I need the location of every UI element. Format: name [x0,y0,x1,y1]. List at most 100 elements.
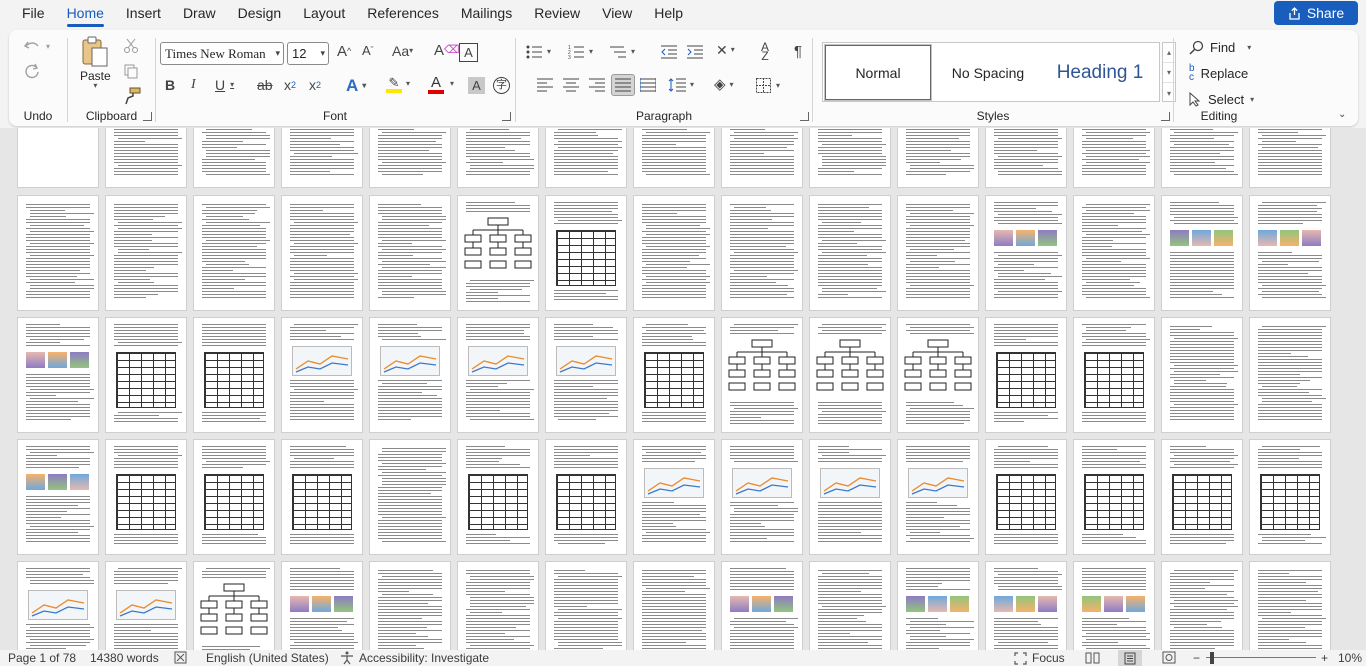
page-thumbnail[interactable] [1074,128,1154,187]
increase-indent-icon[interactable] [687,45,703,59]
page-thumbnail[interactable] [986,562,1066,650]
page-thumbnail[interactable] [282,440,362,554]
font-color-icon[interactable]: A [428,75,444,94]
cut-icon[interactable] [123,38,139,54]
paste-button[interactable]: Paste ▾ [80,36,111,90]
page-thumbnail[interactable] [1162,562,1242,650]
page-thumbnail[interactable] [458,196,538,310]
page-thumbnail[interactable] [722,440,802,554]
bold-icon[interactable]: B [165,78,175,92]
tab-mailings[interactable]: Mailings [450,0,523,28]
page-thumbnail[interactable] [634,440,714,554]
page-thumbnail[interactable] [282,562,362,650]
clipboard-launcher-icon[interactable] [143,112,152,121]
tab-draw[interactable]: Draw [172,0,227,28]
character-shading-icon[interactable]: A [468,77,485,94]
page-thumbnail[interactable] [282,318,362,432]
page-thumbnail[interactable] [898,128,978,187]
page-thumbnail[interactable] [106,562,186,650]
page-thumbnail[interactable] [282,128,362,187]
shrink-font-icon[interactable]: Aˇ [362,44,374,57]
redo-icon[interactable] [23,63,41,81]
page-thumbnail[interactable] [722,196,802,310]
styles-launcher-icon[interactable] [1161,112,1170,121]
tab-layout[interactable]: Layout [292,0,356,28]
subscript-icon[interactable]: x2 [284,78,296,92]
page-thumbnail[interactable] [546,196,626,310]
select-button[interactable]: Select ▾ [1189,89,1254,109]
zoom-slider[interactable] [1206,657,1316,658]
tab-review[interactable]: Review [523,0,591,28]
page-thumbnail[interactable] [810,196,890,310]
page-thumbnail[interactable] [106,440,186,554]
multilevel-list-icon[interactable]: ▾ [610,45,635,59]
page-thumbnail[interactable] [106,128,186,187]
page-thumbnail[interactable] [370,128,450,187]
proofing-icon[interactable] [174,651,188,664]
align-right-icon[interactable] [589,78,605,92]
zoom-out-icon[interactable]: − [1193,651,1200,665]
page-thumbnail[interactable] [18,128,98,187]
format-painter-icon[interactable] [123,87,141,105]
collapse-ribbon-icon[interactable]: ⌄ [1338,110,1346,120]
line-spacing-icon[interactable]: ▾ [668,78,694,92]
replace-button[interactable]: bc Replace [1189,63,1248,83]
accessibility-button[interactable]: Accessibility: Investigate [340,651,489,665]
sort-icon[interactable]: AZ [761,41,769,62]
page-thumbnail[interactable] [898,440,978,554]
page-thumbnail[interactable] [1250,196,1330,310]
page-thumbnail[interactable] [634,128,714,187]
font-name-combo[interactable]: Times New Roman ▾ [160,42,284,65]
distributed-icon[interactable] [640,78,656,92]
font-launcher-icon[interactable] [502,112,511,121]
page-count[interactable]: Page 1 of 78 [8,651,76,665]
page-thumbnail[interactable] [722,562,802,650]
justify-icon[interactable] [611,74,635,96]
strikethrough-icon[interactable]: ab [257,78,273,92]
page-thumbnail[interactable] [1250,440,1330,554]
word-count[interactable]: 14380 words [90,651,159,665]
tab-home[interactable]: Home [56,0,115,28]
page-thumbnail[interactable] [1074,562,1154,650]
page-thumbnail[interactable] [458,318,538,432]
page-thumbnail[interactable] [1074,318,1154,432]
page-thumbnail[interactable] [282,196,362,310]
page-thumbnail[interactable] [898,318,978,432]
page-thumbnail[interactable] [986,196,1066,310]
page-thumbnail[interactable] [810,440,890,554]
page-thumbnail[interactable] [634,318,714,432]
page-thumbnail[interactable] [194,128,274,187]
page-thumbnail[interactable] [194,440,274,554]
page-thumbnail[interactable] [106,318,186,432]
zoom-in-icon[interactable]: + [1321,651,1328,665]
page-thumbnail[interactable] [546,440,626,554]
superscript-icon[interactable]: x2 [309,78,321,92]
page-thumbnail[interactable] [1162,128,1242,187]
enclose-characters-icon[interactable]: 字 [493,77,510,94]
page-thumbnail[interactable] [1250,128,1330,187]
print-layout-icon[interactable] [1118,650,1142,666]
tab-help[interactable]: Help [643,0,694,28]
page-thumbnail[interactable] [546,562,626,650]
page-thumbnail[interactable] [810,128,890,187]
asian-layout-icon[interactable]: ✕ ▾ [716,43,735,57]
page-thumbnail[interactable] [634,562,714,650]
page-thumbnail[interactable] [546,318,626,432]
page-thumbnail[interactable] [18,562,98,650]
page-thumbnail[interactable] [458,562,538,650]
underline-icon[interactable]: U ▾ [215,78,234,92]
page-thumbnail[interactable] [194,318,274,432]
tab-design[interactable]: Design [227,0,293,28]
borders-icon[interactable]: ▾ [756,78,780,93]
zoom-level[interactable]: 10% [1338,651,1362,665]
bullets-icon[interactable]: ▾ [526,45,551,59]
page-thumbnail[interactable] [106,196,186,310]
page-thumbnail[interactable] [1162,318,1242,432]
read-mode-icon[interactable] [1085,651,1100,664]
paragraph-launcher-icon[interactable] [800,112,809,121]
page-thumbnail[interactable] [1162,196,1242,310]
page-thumbnail[interactable] [458,128,538,187]
page-thumbnail[interactable] [1074,440,1154,554]
page-thumbnail[interactable] [986,318,1066,432]
page-thumbnail[interactable] [18,196,98,310]
